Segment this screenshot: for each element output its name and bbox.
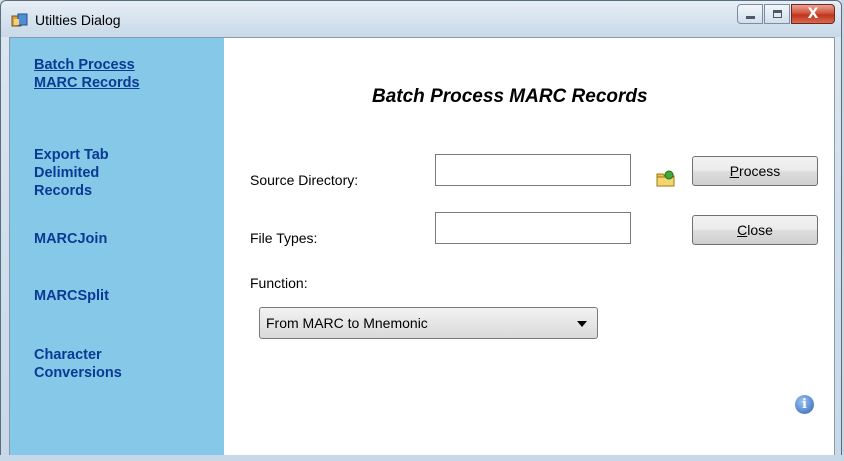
close-icon: X [807, 6, 819, 22]
caption-buttons: X [736, 4, 835, 26]
sidebar: Batch Process MARC Records Export Tab De… [10, 38, 224, 455]
file-types-input[interactable] [435, 212, 631, 244]
info-icon[interactable]: i [795, 395, 814, 414]
function-label: Function: [250, 275, 308, 291]
title-bar[interactable]: Utilties Dialog X [1, 1, 841, 37]
close-button[interactable]: Close [692, 215, 818, 245]
function-select[interactable]: From MARC to Mnemonic [259, 307, 598, 339]
dropdown-arrow-icon [577, 321, 587, 327]
sidebar-item-batch-process[interactable]: Batch Process MARC Records [34, 56, 140, 92]
utilities-dialog-window: Utilties Dialog X Batch Process MARC Rec… [0, 0, 842, 461]
sidebar-item-marcsplit[interactable]: MARCSplit [34, 287, 109, 305]
source-directory-input[interactable] [435, 154, 631, 186]
sidebar-item-marcjoin[interactable]: MARCJoin [34, 230, 107, 248]
close-window-button[interactable]: X [791, 4, 835, 24]
process-label: rocess [739, 163, 781, 179]
function-selected-value: From MARC to Mnemonic [266, 315, 428, 331]
sidebar-item-character-conversions[interactable]: Character Conversions [34, 346, 122, 382]
source-directory-label: Source Directory: [250, 172, 359, 188]
process-button[interactable]: Process [692, 156, 818, 186]
window-bottom-edge [0, 455, 842, 461]
sidebar-item-export-tab-delimited[interactable]: Export Tab Delimited Records [34, 146, 109, 200]
maximize-icon [773, 10, 782, 18]
page-title: Batch Process MARC Records [372, 86, 648, 107]
file-types-label: File Types: [250, 230, 318, 246]
dialog-client-area: Batch Process MARC Records Export Tab De… [9, 37, 835, 456]
folder-browse-icon[interactable] [656, 169, 676, 187]
close-accel: C [737, 222, 748, 238]
minimize-button[interactable] [737, 4, 763, 24]
window-title: Utilties Dialog [35, 12, 121, 28]
close-label: lose [747, 222, 773, 238]
process-accel: P [729, 163, 740, 179]
minimize-icon [746, 16, 755, 19]
maximize-button[interactable] [764, 4, 790, 24]
app-icon [11, 13, 28, 27]
